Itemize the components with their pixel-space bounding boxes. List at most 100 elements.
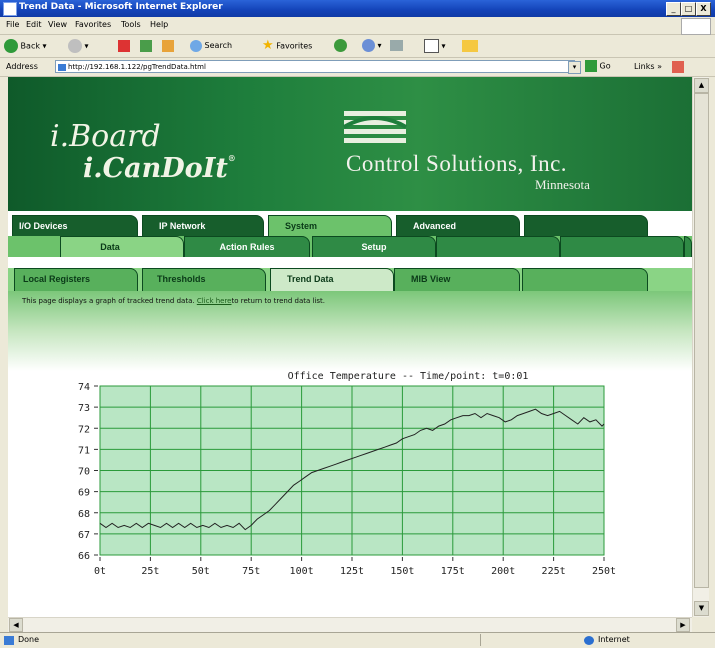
menu-help[interactable]: Help [150,20,168,29]
go-arrow-icon [585,60,597,72]
tab-empty[interactable] [522,268,648,291]
x-tick-label: 175t [441,566,465,577]
company-state: Minnesota [535,177,590,192]
scroll-right-button[interactable]: ▶ [676,618,690,632]
menu-file[interactable]: File [6,20,19,29]
status-text: Done [18,635,40,644]
tab-local-registers[interactable]: Local Registers [14,268,138,291]
back-button[interactable]: Back ▾ [4,39,47,54]
tab-trend-data[interactable]: Trend Data [270,268,394,291]
maximize-button[interactable]: □ [681,2,696,16]
tabs-row-main: I/O Devices IP Network System Advanced [8,215,692,236]
address-label: Address [6,62,38,71]
scroll-left-button[interactable]: ◀ [9,618,23,632]
address-url: http://192.168.1.122/pgTrendData.html [68,63,206,71]
tab-thresholds[interactable]: Thresholds [142,268,266,291]
history-button[interactable] [334,39,347,53]
tab-mib-view[interactable]: MIB View [394,268,520,291]
stop-icon [118,39,130,52]
menu-edit[interactable]: Edit [26,20,42,29]
menu-view[interactable]: View [48,20,67,29]
site-header: i.Board i.CanDoIt® Control Solutions, In… [8,77,692,211]
x-tick-label: 0t [94,566,106,577]
print-icon [390,40,403,51]
globe-icon [584,636,594,645]
mail-icon [362,39,375,52]
mail-button[interactable]: ▾ [362,39,382,53]
x-tick-label: 25t [141,566,159,577]
page-description: This page displays a graph of tracked tr… [22,297,326,305]
search-icon [190,39,202,52]
window-title: Trend Data - Microsoft Internet Explorer [19,2,223,12]
stop-button[interactable] [118,39,130,53]
description-band: This page displays a graph of tracked tr… [8,291,692,371]
x-tick-label: 250t [592,566,616,577]
home-button[interactable] [162,39,174,53]
y-tick-label: 72 [78,424,90,435]
tab-io-devices[interactable]: I/O Devices [12,215,138,236]
word-icon [424,39,439,53]
tools-addon-icon[interactable] [672,61,684,73]
trend-chart: Office Temperature -- Time/point: t=0:01… [78,371,616,577]
tab-setup[interactable]: Setup [312,236,436,257]
tab-system[interactable]: System [268,215,392,236]
y-tick-label: 68 [78,509,90,520]
refresh-button[interactable] [140,39,152,53]
menu-favorites[interactable]: Favorites [75,20,111,29]
back-arrow-icon [4,39,18,53]
tabs-row-data: Local Registers Thresholds Trend Data MI… [8,268,692,291]
go-button[interactable]: Go [585,60,611,72]
home-icon [162,39,174,52]
folder-icon [462,39,478,52]
toolbar: Back ▾ ▾ Search ★ Favorites ▾ ▾ [0,35,715,58]
windows-logo-icon [681,18,711,35]
return-link[interactable]: Click here [197,297,232,305]
address-input[interactable]: http://192.168.1.122/pgTrendData.html [55,60,575,73]
x-tick-label: 200t [491,566,515,577]
refresh-icon [140,39,152,52]
tab-empty[interactable] [684,236,692,257]
tab-empty[interactable] [436,236,560,257]
favorites-button[interactable]: ★ Favorites [262,39,312,54]
minimize-button[interactable]: _ [666,2,681,16]
tab-advanced[interactable]: Advanced [396,215,520,236]
status-panes [480,634,581,646]
forward-button[interactable]: ▾ [68,39,89,54]
address-dropdown-button[interactable]: ▾ [568,61,581,74]
print-button[interactable] [390,39,403,53]
y-tick-label: 73 [78,403,90,414]
y-tick-label: 70 [78,467,90,478]
horizontal-scrollbar[interactable]: ◀ ▶ [8,617,692,632]
address-bar: Address http://192.168.1.122/pgTrendData… [0,58,715,77]
logo-iboard: i.Board [50,119,161,154]
title-bar: Trend Data - Microsoft Internet Explorer… [0,0,715,17]
logo-icandoit: i.CanDoIt® [83,153,236,184]
edit-button[interactable]: ▾ [424,39,446,54]
tab-empty[interactable] [524,215,648,236]
y-tick-label: 69 [78,488,90,499]
x-tick-label: 75t [242,566,260,577]
folder-button[interactable] [462,39,478,53]
tab-action-rules[interactable]: Action Rules [184,236,310,257]
search-button[interactable]: Search [190,39,232,53]
star-icon: ★ [262,38,274,53]
y-tick-label: 66 [78,551,90,562]
tab-ip-network[interactable]: IP Network [142,215,264,236]
scroll-up-button[interactable]: ▲ [694,78,709,93]
y-tick-label: 74 [78,382,90,393]
tab-empty[interactable] [560,236,684,257]
company-name: Control Solutions, Inc. [346,151,568,176]
company-logo-icon [342,111,408,143]
scroll-down-button[interactable]: ▼ [694,601,709,616]
tab-data[interactable]: Data [60,236,184,257]
x-tick-label: 50t [192,566,210,577]
chart-plot-area: 66 67 68 69 70 71 72 73 74 0t 25t 50t 75t 100t 125t 150… [78,382,616,577]
links-button[interactable]: Links » [634,62,662,71]
menu-tools[interactable]: Tools [121,20,141,29]
page-done-icon [4,636,14,645]
y-tick-label: 71 [78,445,90,456]
close-button[interactable]: X [696,2,711,16]
vertical-scrollbar[interactable]: ▲ ▼ [692,77,709,617]
status-bar: Done Internet [0,632,715,648]
scroll-thumb[interactable] [694,93,709,588]
